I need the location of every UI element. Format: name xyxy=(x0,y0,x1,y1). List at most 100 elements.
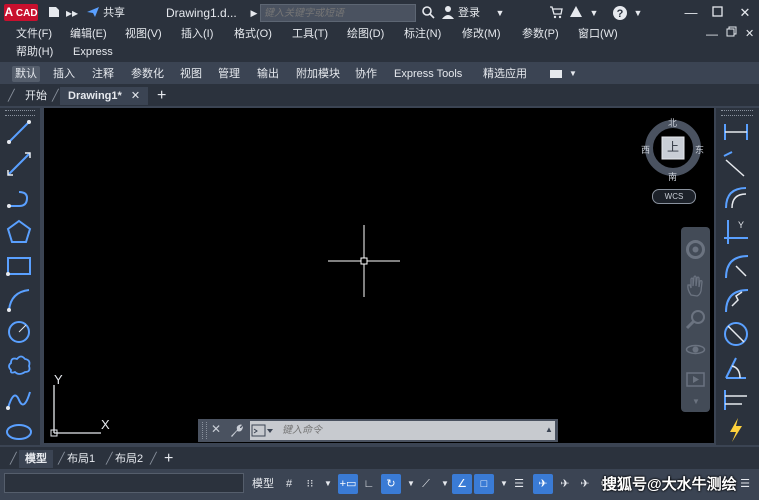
spline-icon[interactable] xyxy=(5,386,33,414)
polyline-icon[interactable] xyxy=(5,184,33,212)
tabs-menu-icon[interactable]: ╱ xyxy=(8,87,15,105)
command-input-box[interactable]: ▲ xyxy=(250,421,555,440)
toolbar-grip[interactable] xyxy=(721,110,753,116)
orbit-icon[interactable] xyxy=(685,339,706,360)
ordinate-dimension-icon[interactable]: Y xyxy=(722,218,750,246)
ribbon-tab-featured-apps[interactable]: 精选应用 xyxy=(480,66,530,82)
radius-dimension-icon[interactable] xyxy=(722,252,750,280)
steering-wheel-icon[interactable] xyxy=(685,239,706,260)
circle-icon[interactable] xyxy=(5,318,33,346)
ellipse-icon[interactable] xyxy=(5,418,33,446)
ribbon-tab-annotate[interactable]: 注释 xyxy=(89,66,117,82)
isodraft-icon[interactable]: ⟋ xyxy=(416,474,436,494)
rectangle-icon[interactable] xyxy=(5,252,33,280)
help-icon[interactable]: ? xyxy=(612,5,628,21)
menu-insert[interactable]: 插入(I) xyxy=(181,26,213,43)
open-file-icon[interactable] xyxy=(46,5,62,21)
annotation-scale-icon[interactable]: ✈ xyxy=(575,474,595,494)
tab-close-icon[interactable]: ✕ xyxy=(131,90,140,102)
menu-edit[interactable]: 编辑(E) xyxy=(70,26,107,43)
autoscale-icon[interactable]: ✈ xyxy=(555,474,575,494)
compass-west[interactable]: 西 xyxy=(641,143,650,156)
maximize-icon[interactable] xyxy=(708,4,726,22)
jogged-dimension-icon[interactable] xyxy=(722,286,750,314)
model-space-button[interactable]: 模型 xyxy=(250,474,276,494)
quick-dimension-icon[interactable] xyxy=(722,416,750,444)
ribbon-toggle-icon[interactable] xyxy=(550,70,562,78)
arc-length-icon[interactable] xyxy=(722,184,750,212)
polar-tracking-icon[interactable]: ↻ xyxy=(381,474,401,494)
menu-parametric[interactable]: 参数(P) xyxy=(522,26,559,43)
ribbon-tab-home[interactable]: 默认 xyxy=(12,66,40,82)
new-tab-icon[interactable]: + xyxy=(157,87,166,105)
doc-close-icon[interactable]: ✕ xyxy=(745,26,754,43)
tab-drawing1[interactable]: Drawing1* ✕ xyxy=(60,87,149,105)
login-dropdown-icon[interactable]: ▼ xyxy=(492,5,508,21)
snap-mode-icon[interactable]: ⁝⁝ xyxy=(300,474,320,494)
menu-dimension[interactable]: 标注(N) xyxy=(404,26,441,43)
ribbon-tab-insert[interactable]: 插入 xyxy=(50,66,78,82)
command-history-icon[interactable]: ▲ xyxy=(545,425,553,434)
customization-menu-icon[interactable]: ☰ xyxy=(735,474,755,494)
viewcube-top-face[interactable]: 上 xyxy=(666,138,680,156)
recent-commands-icon[interactable] xyxy=(250,424,274,437)
navbar-dropdown-icon[interactable]: ▼ xyxy=(692,397,700,406)
compass-south[interactable]: 南 xyxy=(668,170,677,183)
tab-start[interactable]: 开始 xyxy=(25,87,47,105)
login-button[interactable]: 登录 xyxy=(458,5,480,21)
drawing-canvas[interactable]: Y X xyxy=(44,108,714,443)
customize-wrench-icon[interactable] xyxy=(229,423,244,438)
layout-menu-icon[interactable]: ╱ xyxy=(10,450,17,468)
command-grip[interactable] xyxy=(202,422,207,439)
annotation-visibility-icon[interactable]: ✈ xyxy=(533,474,553,494)
ribbon-toggle-dropdown-icon[interactable]: ▼ xyxy=(566,66,580,82)
baseline-dimension-icon[interactable] xyxy=(722,386,750,414)
menu-window[interactable]: 窗口(W) xyxy=(578,26,618,43)
lineweight-icon[interactable]: ☰ xyxy=(509,474,529,494)
tab-model[interactable]: 模型 xyxy=(19,450,53,468)
menu-format[interactable]: 格式(O) xyxy=(234,26,272,43)
menu-express[interactable]: Express xyxy=(73,44,113,61)
object-snap-icon[interactable]: □ xyxy=(474,474,494,494)
new-layout-icon[interactable]: + xyxy=(164,450,173,468)
menu-file[interactable]: 文件(F) xyxy=(16,26,52,43)
share-button[interactable]: 共享 xyxy=(86,5,125,21)
menu-modify[interactable]: 修改(M) xyxy=(462,26,501,43)
ortho-icon[interactable]: ∟ xyxy=(359,474,379,494)
connect-dropdown-icon[interactable]: ▼ xyxy=(586,5,602,21)
ribbon-tab-output[interactable]: 输出 xyxy=(254,66,282,82)
doc-restore-icon[interactable] xyxy=(726,26,737,43)
search-icon[interactable] xyxy=(420,5,436,21)
angular-dimension-icon[interactable] xyxy=(722,354,750,382)
ribbon-tab-collaborate[interactable]: 协作 xyxy=(352,66,380,82)
revision-cloud-icon[interactable] xyxy=(5,352,33,380)
more-quick-access-icon[interactable]: ▸▸ xyxy=(64,5,80,21)
zoom-icon[interactable] xyxy=(685,309,706,330)
pan-hand-icon[interactable] xyxy=(685,275,706,297)
ribbon-tab-addins[interactable]: 附加模块 xyxy=(293,66,343,82)
toolbar-grip[interactable] xyxy=(5,110,35,116)
compass-east[interactable]: 东 xyxy=(695,143,704,156)
cart-icon[interactable] xyxy=(548,5,564,21)
line-icon[interactable] xyxy=(5,118,33,146)
menu-view[interactable]: 视图(V) xyxy=(125,26,162,43)
close-icon[interactable]: ✕ xyxy=(736,4,754,22)
linear-dimension-icon[interactable] xyxy=(722,118,750,146)
command-input[interactable] xyxy=(278,421,543,440)
command-close-icon[interactable]: ✕ xyxy=(211,422,221,436)
search-box[interactable] xyxy=(260,4,416,22)
app-logo[interactable]: A CAD xyxy=(4,4,38,21)
ribbon-tab-parametric[interactable]: 参数化 xyxy=(128,66,167,82)
showmotion-icon[interactable] xyxy=(685,369,706,390)
menu-help[interactable]: 帮助(H) xyxy=(16,44,53,61)
minimize-icon[interactable]: — xyxy=(682,4,700,22)
aligned-dimension-icon[interactable] xyxy=(722,150,750,178)
dynamic-input-icon[interactable]: +▭ xyxy=(338,474,358,494)
doc-minimize-icon[interactable]: — xyxy=(706,26,718,43)
ribbon-tab-view[interactable]: 视图 xyxy=(177,66,205,82)
help-dropdown-icon[interactable]: ▼ xyxy=(630,5,646,21)
grid-icon[interactable]: # xyxy=(279,474,299,494)
tab-layout1[interactable]: 布局1 xyxy=(67,450,95,468)
arc-icon[interactable] xyxy=(5,286,33,314)
diameter-dimension-icon[interactable] xyxy=(722,320,750,348)
